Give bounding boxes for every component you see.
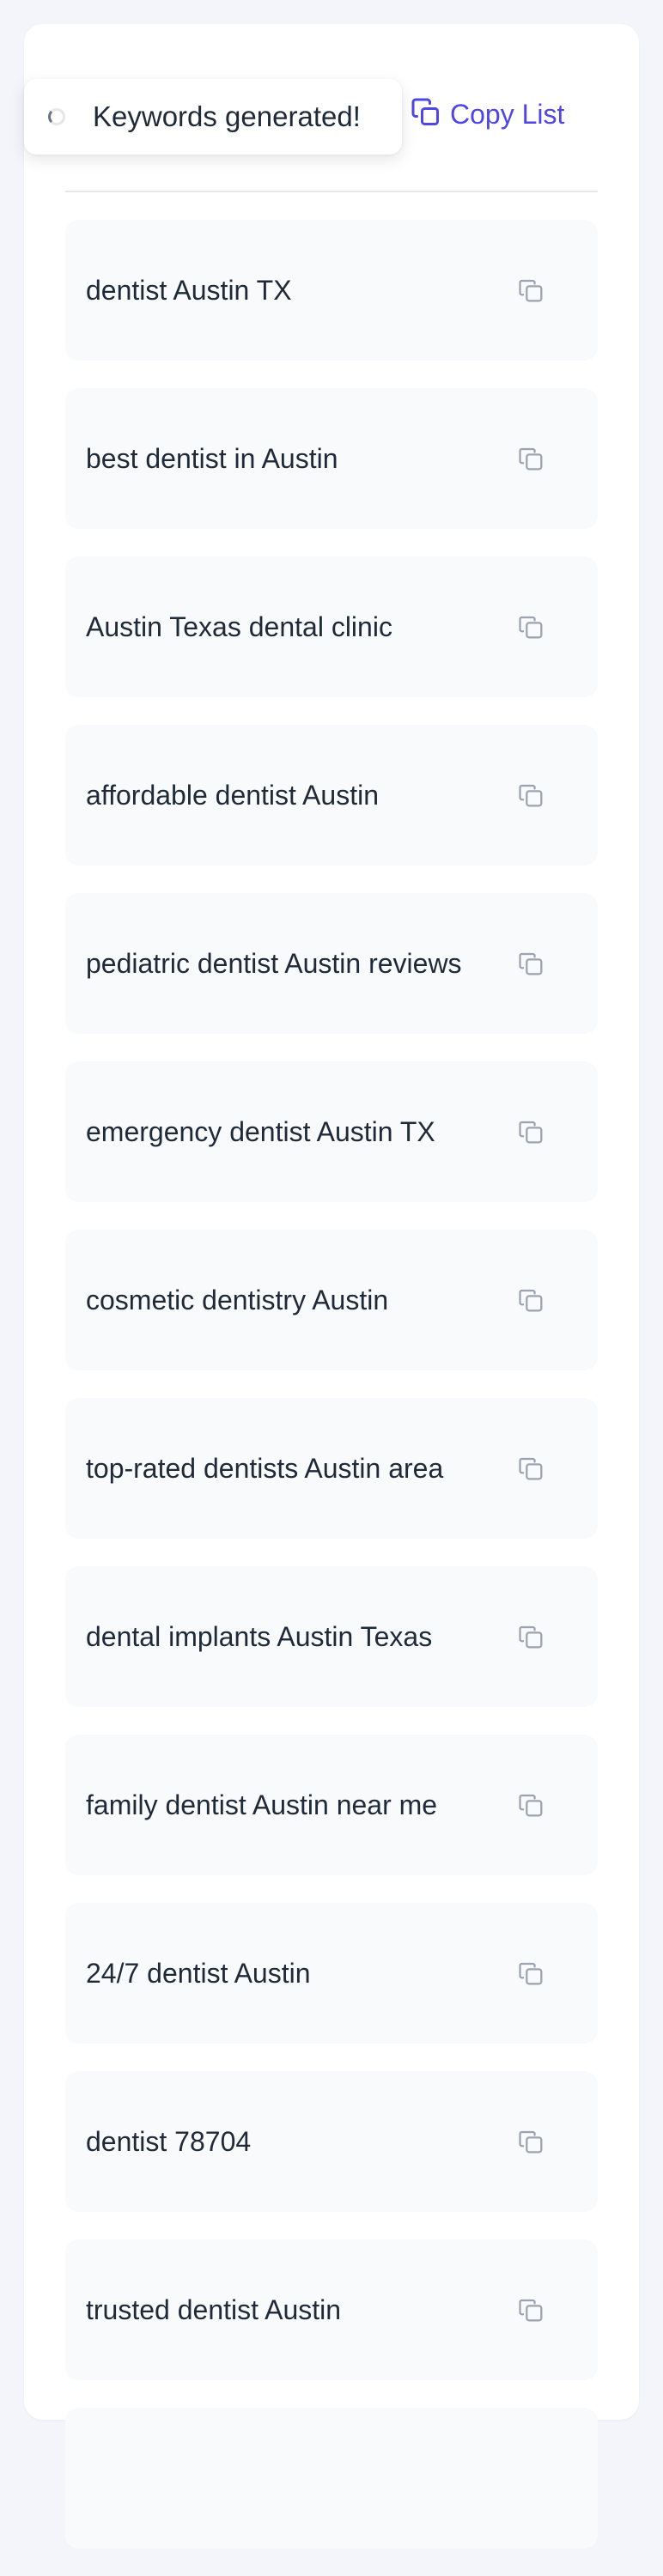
copy-icon	[519, 952, 543, 975]
keyword-list: dentist Austin TX best dentist in Austin…	[65, 220, 598, 2576]
copy-icon	[519, 1121, 543, 1144]
loading-spinner-icon	[48, 108, 65, 125]
copy-icon	[519, 1794, 543, 1817]
toast-message: Keywords generated!	[93, 100, 361, 132]
keyword-item: dentist 78704	[65, 2071, 598, 2212]
toast-notification: Keywords generated!	[24, 79, 402, 155]
copy-keyword-button[interactable]	[517, 445, 546, 474]
copy-keyword-button[interactable]	[517, 613, 546, 642]
keyword-text: Austin Texas dental clinic	[86, 611, 392, 642]
keyword-item: best dentist in Austin	[65, 388, 598, 529]
keyword-item: emergency dentist Austin TX	[65, 1061, 598, 1202]
copy-keyword-button[interactable]	[517, 950, 546, 979]
keyword-text: emergency dentist Austin TX	[86, 1116, 435, 1147]
copy-icon	[519, 447, 543, 471]
keyword-item: Austin Texas dental clinic	[65, 556, 598, 697]
copy-list-button[interactable]: Copy List	[411, 93, 564, 136]
keyword-text: 24/7 dentist Austin	[86, 1958, 311, 1989]
copy-keyword-button[interactable]	[517, 1455, 546, 1484]
keyword-item: family dentist Austin near me	[65, 1735, 598, 1875]
keyword-item: trusted dentist Austin	[65, 2239, 598, 2380]
keyword-text: family dentist Austin near me	[86, 1789, 438, 1820]
divider	[65, 191, 598, 192]
keyword-text: trusted dentist Austin	[86, 2294, 342, 2325]
copy-keyword-button[interactable]	[517, 2296, 546, 2325]
copy-icon	[519, 784, 543, 807]
copy-icon	[519, 616, 543, 639]
keyword-text: pediatric dentist Austin reviews	[86, 948, 462, 979]
keyword-item: top-rated dentists Austin area	[65, 1398, 598, 1539]
copy-keyword-button[interactable]	[517, 1286, 546, 1315]
copy-keyword-button[interactable]	[517, 1959, 546, 1989]
keyword-text: cosmetic dentistry Austin	[86, 1285, 389, 1315]
copy-icon	[411, 97, 441, 132]
keyword-item: affordable dentist Austin	[65, 725, 598, 866]
copy-keyword-button[interactable]	[517, 781, 546, 811]
keyword-item: 24/7 dentist Austin	[65, 1903, 598, 2044]
copy-keyword-button[interactable]	[517, 2128, 546, 2157]
copy-keyword-button[interactable]	[517, 276, 546, 306]
keyword-item: pediatric dentist Austin reviews	[65, 893, 598, 1034]
keyword-text: best dentist in Austin	[86, 443, 338, 474]
keyword-text: affordable dentist Austin	[86, 780, 379, 811]
keyword-text: dentist 78704	[86, 2126, 252, 2157]
keyword-item: dental implants Austin Texas	[65, 1566, 598, 1707]
copy-icon	[519, 1625, 543, 1649]
copy-icon	[519, 1289, 543, 1312]
copy-icon	[519, 2299, 543, 2322]
keyword-text: dentist Austin TX	[86, 275, 292, 306]
copy-icon	[519, 279, 543, 302]
copy-keyword-button[interactable]	[517, 1623, 546, 1652]
copy-icon	[519, 1457, 543, 1480]
copy-list-label: Copy List	[450, 98, 565, 130]
keyword-item-partial	[65, 2408, 598, 2549]
copy-keyword-button[interactable]	[517, 1118, 546, 1147]
keyword-item: cosmetic dentistry Austin	[65, 1230, 598, 1370]
keyword-text: dental implants Austin Texas	[86, 1621, 433, 1652]
keyword-text: top-rated dentists Austin area	[86, 1453, 444, 1484]
copy-keyword-button[interactable]	[517, 1791, 546, 1820]
copy-icon	[519, 1962, 543, 1985]
copy-icon	[519, 2130, 543, 2154]
keyword-item: dentist Austin TX	[65, 220, 598, 361]
